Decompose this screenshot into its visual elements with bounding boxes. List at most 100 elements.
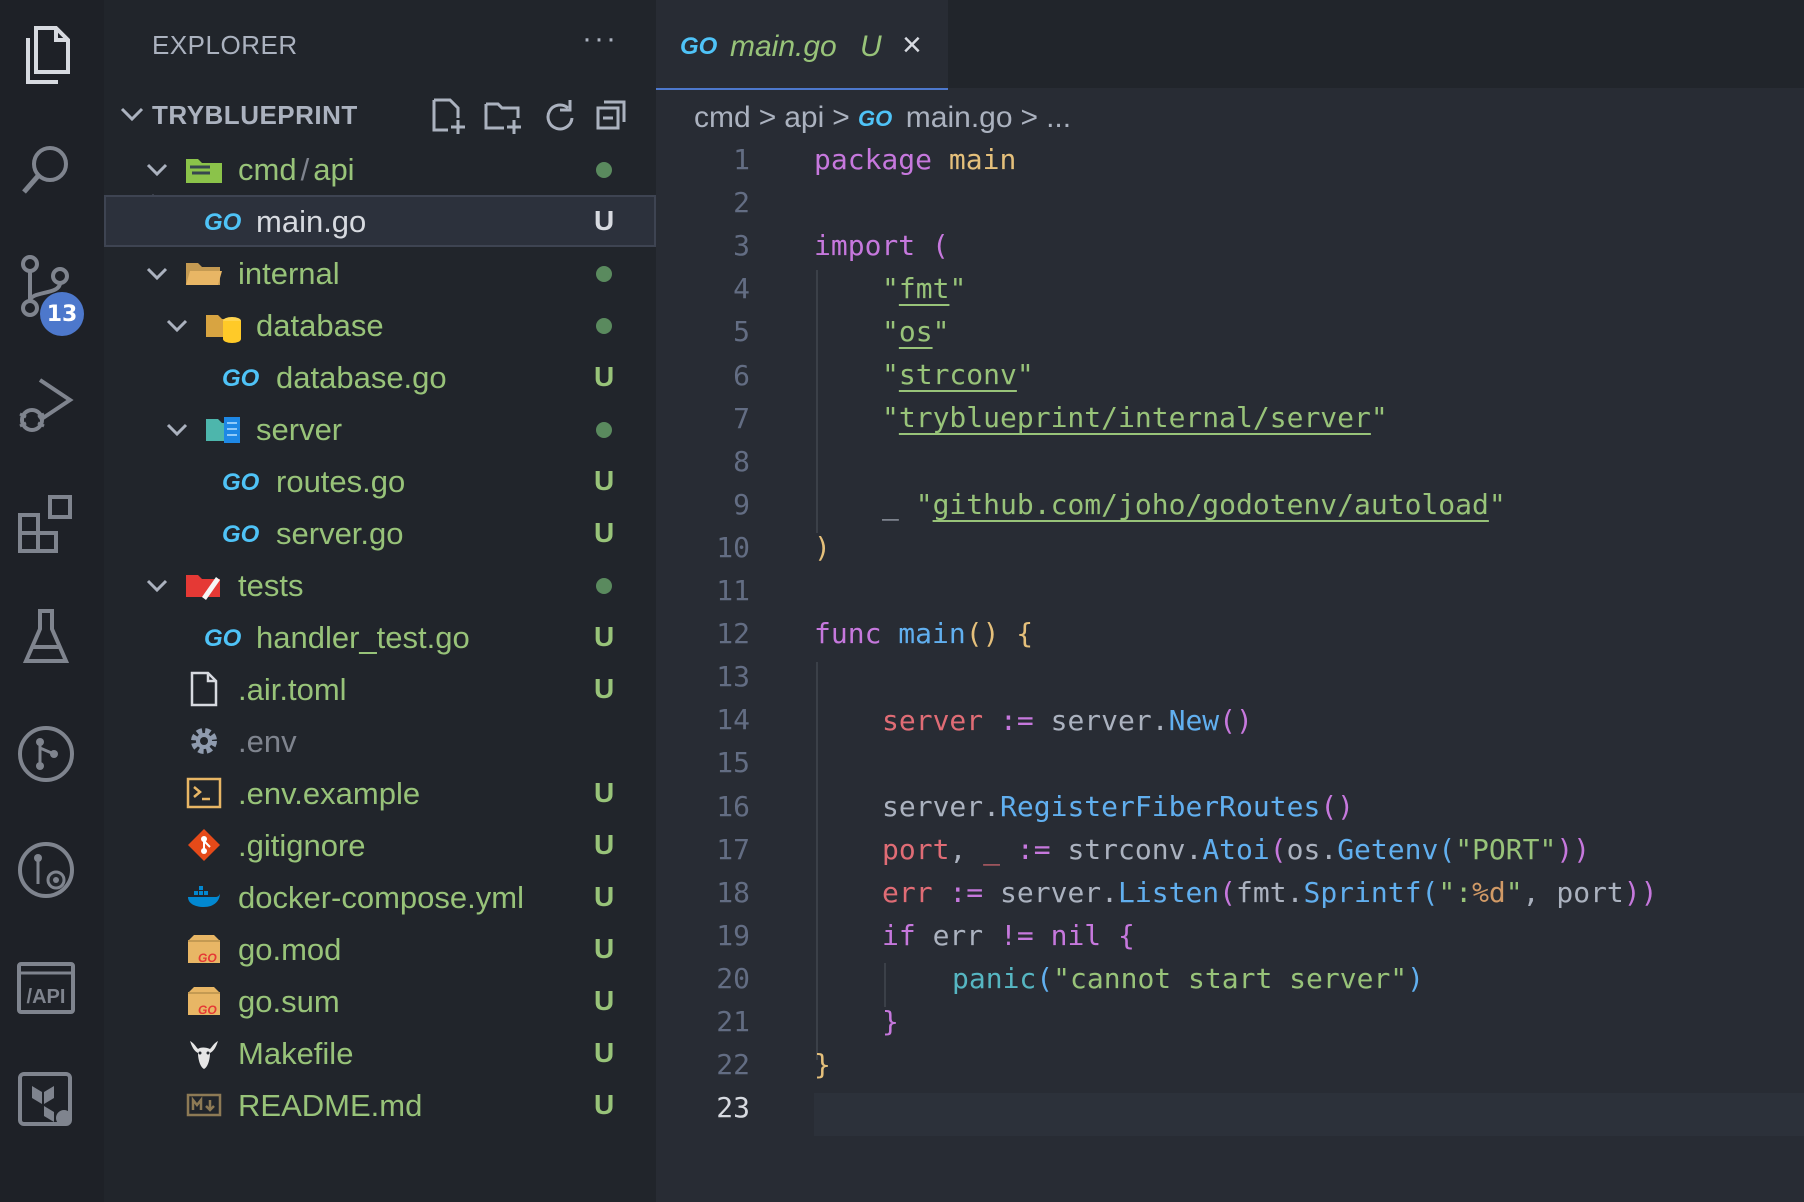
code-token: server. xyxy=(1033,704,1169,737)
code-token: ( xyxy=(1269,833,1287,866)
code-line[interactable]: "fmt" xyxy=(882,272,966,305)
git-status-untracked: U xyxy=(594,361,615,392)
tree-folder-cmd-api[interactable]: cmd / api xyxy=(104,143,656,195)
tree-folder-tests[interactable]: tests xyxy=(104,559,656,611)
code-token: _ xyxy=(983,833,1001,866)
code-token: server. xyxy=(983,876,1119,909)
activity-bar: 13 /API xyxy=(0,0,104,1202)
code-line[interactable]: err := server.Listen(fmt.Sprintf(":%d", … xyxy=(882,876,1658,909)
code-token: " xyxy=(882,272,899,305)
import-path[interactable]: os xyxy=(899,315,933,348)
line-number: 9 xyxy=(733,487,750,521)
code-token: )) xyxy=(1556,833,1591,866)
git-status-untracked: U xyxy=(594,933,615,964)
gnu-icon xyxy=(190,1041,218,1069)
code-token: main xyxy=(932,143,1017,176)
explorer-icon[interactable] xyxy=(12,20,80,92)
breadcrumb-item[interactable]: ... xyxy=(1046,101,1071,135)
code-line[interactable]: panic("cannot start server") xyxy=(952,962,1424,995)
collapse-all-icon[interactable] xyxy=(594,96,630,136)
tree-file-air-toml[interactable]: .air.toml U xyxy=(104,663,656,715)
run-debug-icon[interactable] xyxy=(12,370,80,442)
code-line[interactable]: _ "github.com/joho/godotenv/autoload" xyxy=(882,488,1506,521)
svg-text:GO: GO xyxy=(198,1003,217,1017)
folder-cmd-icon xyxy=(186,159,222,183)
code-token: Getenv xyxy=(1337,833,1439,866)
import-path[interactable]: fmt xyxy=(899,272,950,305)
tree-item-label: go.mod xyxy=(238,932,342,967)
tree-file-env[interactable]: .env xyxy=(104,715,656,767)
code-line[interactable]: ) xyxy=(814,531,831,564)
tab-main-go[interactable]: GO main.go U × xyxy=(656,0,948,90)
github-actions-icon[interactable] xyxy=(12,834,80,906)
tree-item-label: main.go xyxy=(256,204,367,239)
new-folder-icon[interactable] xyxy=(484,96,524,136)
import-path[interactable]: strconv xyxy=(899,358,1017,391)
tree-file-makefile[interactable]: Makefile U xyxy=(104,1027,656,1079)
tree-item-label: cmd xyxy=(238,152,297,187)
breadcrumb-item[interactable]: api xyxy=(784,101,824,135)
testing-icon[interactable] xyxy=(12,602,80,674)
import-path[interactable]: tryblueprint/internal/server xyxy=(899,401,1371,434)
code-line[interactable]: } xyxy=(882,1005,899,1038)
tree-file-readme[interactable]: README.md U xyxy=(104,1079,656,1131)
more-actions-icon[interactable]: ··· xyxy=(582,22,618,56)
code-token: New xyxy=(1168,704,1220,737)
git-graph-icon[interactable] xyxy=(12,718,80,790)
explorer-sidebar: EXPLORER ··· TRYBLUEPRINT cmd / api GO mai… xyxy=(104,0,656,1202)
tab-status: U xyxy=(860,30,882,63)
source-control-badge: 13 xyxy=(40,292,84,336)
import-path[interactable]: github.com/joho/godotenv/autoload xyxy=(933,488,1489,521)
breadcrumb-item[interactable]: cmd xyxy=(694,101,751,135)
api-icon[interactable]: /API xyxy=(12,952,80,1024)
project-header[interactable]: TRYBLUEPRINT xyxy=(104,92,656,140)
terraform-icon[interactable] xyxy=(12,1064,80,1136)
refresh-icon[interactable] xyxy=(540,96,576,136)
code-line[interactable]: server := server.New() xyxy=(882,704,1253,737)
chevron-down-icon[interactable] xyxy=(114,96,150,132)
tree-file-go-sum[interactable]: GO go.sum U xyxy=(104,975,656,1027)
search-icon[interactable] xyxy=(12,134,80,206)
tree-file-server-go[interactable]: GO server.go U xyxy=(104,507,656,559)
tree-folder-internal[interactable]: internal xyxy=(104,247,656,299)
code-line[interactable]: "os" xyxy=(882,315,949,348)
close-icon[interactable]: × xyxy=(902,26,922,65)
code-token: server. xyxy=(882,790,1001,823)
code-token: ) xyxy=(814,531,831,564)
docker-icon xyxy=(188,886,220,907)
code-line[interactable]: "strconv" xyxy=(882,358,1034,391)
tree-folder-server[interactable]: server xyxy=(104,403,656,455)
code-token: server xyxy=(882,704,984,737)
line-number: 3 xyxy=(733,229,750,263)
code-line[interactable]: port, _ := strconv.Atoi(os.Getenv("PORT"… xyxy=(882,833,1590,866)
indent-guide xyxy=(816,662,818,1060)
code-line[interactable]: import ( xyxy=(814,229,949,262)
tree-file-main-go[interactable]: GO main.go U xyxy=(104,195,656,247)
tree-file-database-go[interactable]: GO database.go U xyxy=(104,351,656,403)
chevron-down-icon xyxy=(146,163,168,177)
folder-tests-icon xyxy=(186,575,220,600)
code-line[interactable]: func main() { xyxy=(814,617,1033,650)
tree-file-env-example[interactable]: .env.example U xyxy=(104,767,656,819)
code-token: , xyxy=(949,833,984,866)
tree-item-label: server.go xyxy=(276,516,404,551)
tree-file-routes-go[interactable]: GO routes.go U xyxy=(104,455,656,507)
new-file-icon[interactable] xyxy=(430,96,468,136)
tree-file-gitignore[interactable]: .gitignore U xyxy=(104,819,656,871)
extensions-icon[interactable] xyxy=(12,486,80,558)
code-token: () xyxy=(965,617,1000,650)
tree-file-docker-compose[interactable]: docker-compose.yml U xyxy=(104,871,656,923)
go-mod-icon: GO xyxy=(188,935,220,965)
tree-file-go-mod[interactable]: GO go.mod U xyxy=(104,923,656,975)
tree-file-handler-test-go[interactable]: GO handler_test.go U xyxy=(104,611,656,663)
code-token: nil xyxy=(1033,919,1102,952)
code-line[interactable]: "tryblueprint/internal/server" xyxy=(882,401,1388,434)
breadcrumb-item[interactable]: main.go xyxy=(906,101,1013,135)
tree-item-label: handler_test.go xyxy=(256,620,470,655)
go-file-icon: GO xyxy=(222,521,260,548)
code-line[interactable]: server.RegisterFiberRoutes() xyxy=(882,790,1354,823)
tree-folder-database[interactable]: database xyxy=(104,299,656,351)
code-line[interactable]: if err != nil { xyxy=(882,919,1135,952)
code-line[interactable]: package main xyxy=(814,143,1016,176)
code-line[interactable]: } xyxy=(814,1048,831,1081)
